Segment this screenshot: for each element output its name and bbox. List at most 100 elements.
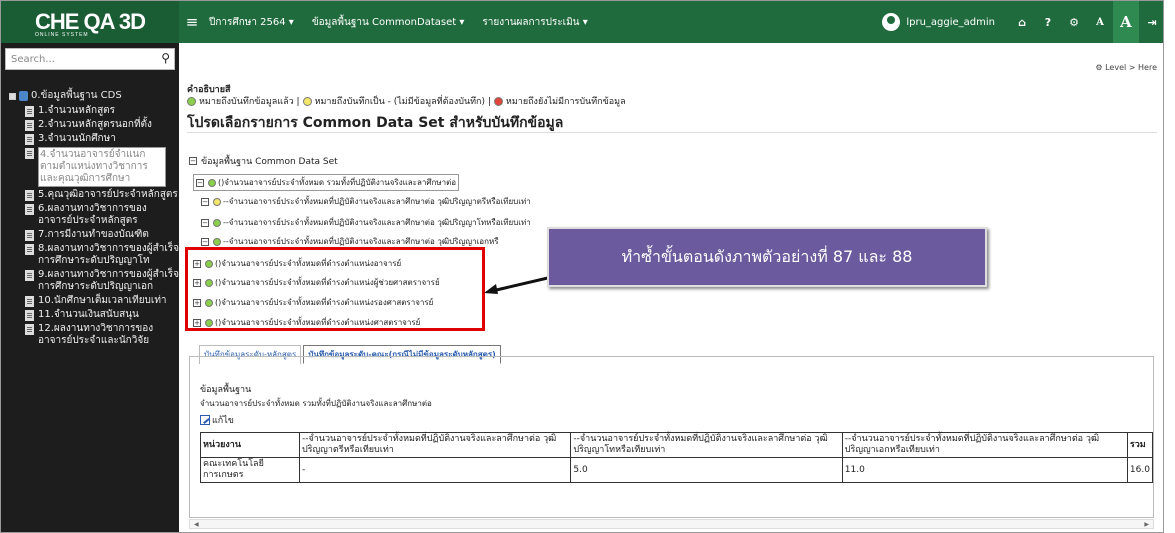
- document-icon: [25, 134, 34, 145]
- sidebar-item-6[interactable]: 6.ผลงานทางวิชาการของอาจารย์ประจำหลักสูตร: [1, 202, 179, 228]
- header-unit: หน่วยงาน: [200, 432, 300, 458]
- sidebar-item-8[interactable]: 8.ผลงานทางวิชาการของผู้สำเร็จการศึกษาระด…: [1, 242, 179, 268]
- tab-panel: ข้อมูลพื้นฐาน จำนวนอาจารย์ประจำทั้งหมด ร…: [189, 356, 1154, 518]
- sidebar-item-1[interactable]: 1.จำนวนหลักสูตร: [1, 104, 179, 118]
- callout-banner: ทำซ้ำขั้นตอนดังภาพตัวอย่างที่ 87 และ 88: [547, 227, 987, 287]
- sidebar-item-5[interactable]: 5.คุณวุฒิอาจารย์ประจำหลักสูตร: [1, 188, 179, 202]
- green-status-icon: [208, 178, 216, 187]
- legend-text-dash: หมายถึงบันทึกเป็น - (ไม่มีข้อมูลที่ต้องบ…: [314, 97, 491, 107]
- search-input[interactable]: Search... ⚲: [5, 48, 175, 70]
- sidebar-item-label: 9.ผลงานทางวิชาการของผู้สำเร็จการศึกษาระด…: [38, 269, 179, 292]
- sidebar-item-4[interactable]: 4.จำนวนอาจารย์จำแนกตามตำแหน่งทางวิชาการแ…: [1, 146, 179, 188]
- tree-item-label: --จำนวนอาจารย์ประจำทั้งหมดที่ปฏิบัติงานจ…: [223, 218, 531, 227]
- search-placeholder: Search...: [11, 53, 55, 65]
- menu-common-dataset[interactable]: ข้อมูลพื้นฐาน CommonDataset ▾: [312, 15, 465, 30]
- cell-doctorate: 11.0: [841, 457, 1128, 483]
- hamburger-menu-icon[interactable]: ≡: [179, 13, 205, 31]
- table-header-row: หน่วยงาน --จำนวนอาจารย์ประจำทั้งหมดที่ปฏ…: [200, 432, 1154, 458]
- sidebar-item-3[interactable]: 3.จำนวนนักศึกษา: [1, 132, 179, 146]
- legend-text-unsaved: หมายถึงยังไม่มีการบันทึกข้อมูล: [505, 97, 626, 107]
- page-title: โปรดเลือกรายการ Common Data Set สำหรับบั…: [187, 115, 564, 131]
- cds-root-label: ข้อมูลพื้นฐาน Common Data Set: [201, 157, 338, 167]
- home-icon[interactable]: ⌂: [1009, 16, 1035, 29]
- scroll-left-icon[interactable]: ◀: [194, 521, 199, 528]
- collapse-icon[interactable]: −: [201, 237, 209, 246]
- selected-node[interactable]: − ()จำนวนอาจารย์ประจำทั้งหมด รวมทั้งที่ป…: [193, 174, 460, 191]
- document-icon: [25, 190, 34, 201]
- sidebar-item-label: 6.ผลงานทางวิชาการของอาจารย์ประจำหลักสูตร: [38, 203, 147, 226]
- edit-button[interactable]: แก้ไข: [200, 413, 234, 427]
- collapse-icon[interactable]: −: [196, 178, 204, 187]
- database-icon: [19, 91, 28, 101]
- document-icon: [25, 120, 34, 131]
- header-master: --จำนวนอาจารย์ประจำทั้งหมดที่ปฏิบัติงานจ…: [570, 432, 843, 458]
- scroll-right-icon[interactable]: ▶: [1144, 521, 1149, 528]
- yellow-status-icon: [213, 197, 221, 206]
- green-status-icon: [213, 237, 221, 246]
- color-legend: หมายถึงบันทึกข้อมูลแล้ว | หมายถึงบันทึกเ…: [187, 94, 626, 108]
- collapse-icon[interactable]: −: [201, 218, 209, 227]
- sidebar-item-11[interactable]: 11.จำนวนเงินสนับสนุน: [1, 308, 179, 322]
- sidebar-item-label: 10.นักศึกษาเต็มเวลาเทียบเท่า: [38, 295, 167, 306]
- document-icon: [25, 148, 34, 159]
- font-large-icon[interactable]: A: [1113, 1, 1139, 43]
- sidebar-item-9[interactable]: 9.ผลงานทางวิชาการของผู้สำเร็จการศึกษาระด…: [1, 268, 179, 294]
- logo-subtext: ONLINE SYSTEM: [35, 32, 89, 38]
- main-content: ⚙ Level > Here คำอธิบายสี หมายถึงบันทึกข…: [179, 43, 1163, 532]
- sidebar-item-10[interactable]: 10.นักศึกษาเต็มเวลาเทียบเท่า: [1, 294, 179, 308]
- menu-reports[interactable]: รายงานผลการประเมิน ▾: [482, 15, 587, 30]
- horizontal-scrollbar[interactable]: ◀ ▶: [189, 519, 1154, 529]
- header-doctorate: --จำนวนอาจารย์ประจำทั้งหมดที่ปฏิบัติงานจ…: [841, 432, 1128, 458]
- search-icon[interactable]: ⚲: [161, 51, 170, 65]
- top-menu: ปีการศึกษา 2564 ▾ ข้อมูลพื้นฐาน CommonDa…: [209, 15, 588, 30]
- tree-item-total[interactable]: − ()จำนวนอาจารย์ประจำทั้งหมด รวมทั้งที่ป…: [193, 174, 460, 191]
- logout-icon[interactable]: ⇥: [1139, 16, 1163, 29]
- document-icon: [25, 324, 34, 335]
- document-icon: [25, 106, 34, 117]
- cell-master: 5.0: [570, 457, 843, 483]
- page: CHE QA 3D ONLINE SYSTEM ≡ ปีการศึกษา 256…: [0, 0, 1164, 533]
- tree-item-bachelor[interactable]: − --จำนวนอาจารย์ประจำทั้งหมดที่ปฏิบัติงา…: [201, 195, 531, 208]
- cell-unit: คณะเทคโนโลยีการเกษตร: [200, 457, 300, 483]
- menu-academic-year[interactable]: ปีการศึกษา 2564 ▾: [209, 15, 294, 30]
- collapse-icon[interactable]: [9, 92, 16, 100]
- tree-item-label: --จำนวนอาจารย์ประจำทั้งหมดที่ปฏิบัติงานจ…: [223, 197, 531, 206]
- settings-icon[interactable]: ⚙: [1061, 16, 1087, 29]
- sidebar-root[interactable]: 0.ข้อมูลพื้นฐาน CDS: [1, 90, 179, 102]
- document-icon: [25, 204, 34, 215]
- breadcrumb-text: Level > Here: [1105, 63, 1157, 72]
- sidebar-item-label: 4.จำนวนอาจารย์จำแนกตามตำแหน่งทางวิชาการแ…: [38, 147, 166, 187]
- sidebar-item-label: 5.คุณวุฒิอาจารย์ประจำหลักสูตร: [38, 189, 178, 200]
- highlight-box: [185, 247, 485, 331]
- breadcrumb: ⚙ Level > Here: [1095, 63, 1157, 72]
- document-icon: [25, 244, 34, 255]
- collapse-icon[interactable]: −: [201, 197, 209, 206]
- dashboard-icon: ⚙: [1095, 63, 1106, 72]
- cell-bachelor: -: [298, 457, 572, 483]
- green-status-icon: [187, 96, 196, 106]
- font-small-icon[interactable]: A: [1087, 1, 1113, 43]
- tree-item-label: ()จำนวนอาจารย์ประจำทั้งหมด รวมทั้งที่ปฏิ…: [218, 178, 457, 187]
- sidebar-item-2[interactable]: 2.จำนวนหลักสูตรนอกที่ตั้ง: [1, 118, 179, 132]
- help-icon[interactable]: ?: [1035, 16, 1061, 29]
- app-logo[interactable]: CHE QA 3D ONLINE SYSTEM: [1, 1, 179, 43]
- collapse-icon[interactable]: −: [189, 157, 197, 165]
- arrow-icon: [484, 275, 553, 294]
- avatar: [882, 13, 901, 31]
- document-icon: [25, 230, 34, 241]
- sidebar-item-label: 1.จำนวนหลักสูตร: [38, 105, 116, 116]
- sidebar-item-7[interactable]: 7.การมีงานทำของบัณฑิต: [1, 228, 179, 242]
- sidebar-item-label: 8.ผลงานทางวิชาการของผู้สำเร็จการศึกษาระด…: [38, 243, 179, 266]
- cds-root[interactable]: − ข้อมูลพื้นฐาน Common Data Set: [189, 154, 338, 168]
- yellow-status-icon: [302, 96, 312, 106]
- tree-item-master[interactable]: − --จำนวนอาจารย์ประจำทั้งหมดที่ปฏิบัติงา…: [201, 216, 531, 229]
- panel-title: ข้อมูลพื้นฐาน: [200, 385, 252, 395]
- data-table: หน่วยงาน --จำนวนอาจารย์ประจำทั้งหมดที่ปฏ…: [200, 432, 1154, 483]
- top-right-tools: lpru_aggie_admin ⌂ ? ⚙ A A ⇥: [882, 1, 1163, 43]
- sidebar-item-12[interactable]: 12.ผลงานทางวิชาการของอาจารย์ประจำและนักว…: [1, 322, 179, 348]
- edit-icon: [200, 415, 210, 425]
- green-status-icon: [213, 218, 221, 227]
- user-menu[interactable]: lpru_aggie_admin: [882, 13, 995, 31]
- edit-label: แก้ไข: [212, 416, 234, 426]
- document-icon: [25, 296, 34, 307]
